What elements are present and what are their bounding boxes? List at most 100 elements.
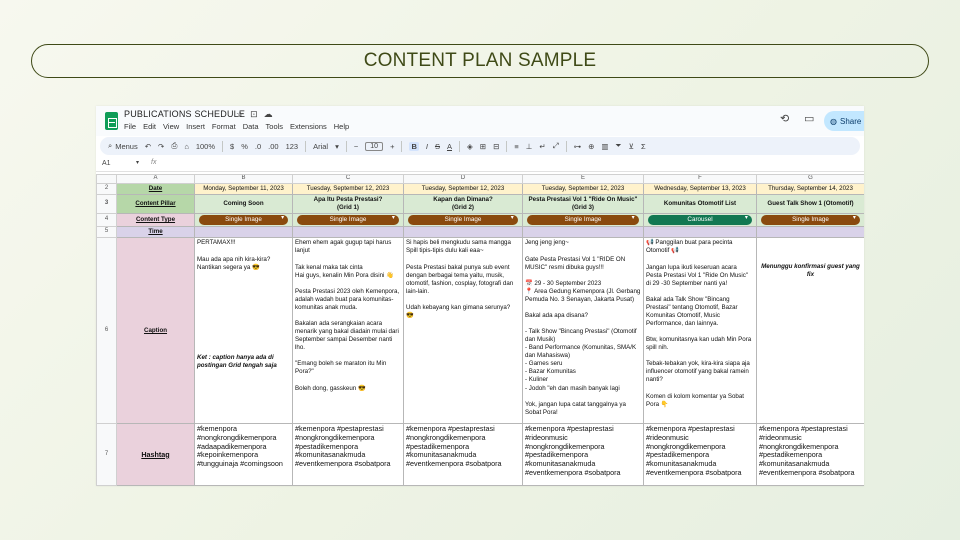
row-label-hashtag[interactable]: Hashtag <box>116 423 195 486</box>
column-header[interactable]: A <box>116 174 195 184</box>
chart-icon[interactable]: ▥ <box>601 142 608 151</box>
time-cell[interactable] <box>756 226 864 239</box>
hashtag-cell[interactable]: #kemenpora #pestaprestasi #nongkrongdike… <box>403 423 523 486</box>
hashtag-cell[interactable]: #kemenpora #pestaprestasi #nongkrongdike… <box>292 423 404 486</box>
content-type-dropdown[interactable]: Single Image <box>527 215 639 226</box>
row-number[interactable]: 5 <box>96 226 117 239</box>
column-header[interactable]: D <box>403 174 523 184</box>
font-select[interactable]: Arial <box>313 142 328 151</box>
percent-button[interactable]: % <box>241 142 248 151</box>
text-color-button[interactable]: A <box>447 142 452 151</box>
select-all-corner[interactable] <box>96 174 117 184</box>
font-size-increase[interactable]: + <box>390 142 394 151</box>
column-header[interactable]: G <box>756 174 864 184</box>
date-cell[interactable]: Tuesday, September 12, 2023 <box>403 182 523 196</box>
align-horizontal-icon[interactable]: ≡ <box>514 142 518 151</box>
menu-extensions[interactable]: Extensions <box>290 122 327 131</box>
content-type-dropdown[interactable]: Single Image <box>297 215 399 226</box>
insert-comment-icon[interactable]: ⊕ <box>588 142 594 151</box>
hashtag-cell[interactable]: #kemenpora #pestaprestasi #rideonmusic #… <box>522 423 644 486</box>
column-header[interactable]: C <box>292 174 404 184</box>
align-vertical-icon[interactable]: ⊥ <box>526 142 533 151</box>
menu-insert[interactable]: Insert <box>186 122 205 131</box>
menu-edit[interactable]: Edit <box>143 122 156 131</box>
menu-format[interactable]: Format <box>212 122 236 131</box>
increase-decimal-button[interactable]: .00 <box>268 142 278 151</box>
undo-icon[interactable]: ↶ <box>145 142 151 151</box>
row-number[interactable]: 7 <box>96 423 117 486</box>
date-cell[interactable]: Wednesday, September 13, 2023 <box>643 182 757 196</box>
content-type-dropdown[interactable]: Single Image <box>761 215 860 226</box>
pillar-cell[interactable]: Pesta Prestasi Vol 1 "Ride On Music" (Gr… <box>522 194 644 215</box>
filter-icon[interactable]: ⏷ <box>616 141 622 151</box>
menu-view[interactable]: View <box>163 122 179 131</box>
row-label-time[interactable]: Time <box>116 226 195 239</box>
menu-data[interactable]: Data <box>243 122 259 131</box>
pillar-cell[interactable]: Kapan dan Dimana? (Grid 2) <box>403 194 523 215</box>
chevron-down-icon[interactable]: ▾ <box>136 159 139 166</box>
star-icon[interactable]: ☆ <box>236 109 244 120</box>
content-type-dropdown[interactable]: Carousel <box>648 215 752 226</box>
time-cell[interactable] <box>403 226 523 239</box>
row-number[interactable]: 3 <box>96 194 117 215</box>
menu-tools[interactable]: Tools <box>266 122 284 131</box>
time-cell[interactable] <box>522 226 644 239</box>
functions-button[interactable]: Σ <box>641 142 646 151</box>
share-button[interactable]: ◍ Share <box>824 111 864 131</box>
strikethrough-button[interactable]: S <box>435 142 440 151</box>
caption-cell[interactable]: Ehem ehem agak gugup tapi harus lanjut T… <box>292 237 404 425</box>
column-header[interactable]: E <box>522 174 644 184</box>
text-wrap-icon[interactable]: ↵ <box>539 142 545 151</box>
comment-icon[interactable]: ▭ <box>804 112 814 125</box>
caption-cell[interactable]: Si hapis beli mengkudu sama mangga Spill… <box>403 237 523 425</box>
pillar-cell[interactable]: Apa Itu Pesta Prestasi? (Grid 1) <box>292 194 404 215</box>
folder-move-icon[interactable]: ⊡ <box>250 109 258 120</box>
date-cell[interactable]: Monday, September 11, 2023 <box>194 182 293 196</box>
time-cell[interactable] <box>292 226 404 239</box>
redo-icon[interactable]: ↷ <box>158 142 164 151</box>
document-title[interactable]: PUBLICATIONS SCHEDULE <box>124 109 245 119</box>
menu-file[interactable]: File <box>124 122 136 131</box>
row-label-content-type[interactable]: Content Type <box>116 213 195 228</box>
cloud-status-icon[interactable]: ☁ <box>264 109 273 120</box>
row-label-caption[interactable]: Caption <box>116 237 195 425</box>
date-cell[interactable]: Tuesday, September 12, 2023 <box>292 182 404 196</box>
caption-cell[interactable]: Menunggu konfirmasi guest yang fix <box>756 237 864 425</box>
link-icon[interactable]: ⊶ <box>574 142 582 151</box>
font-size-decrease[interactable]: − <box>354 142 358 151</box>
history-icon[interactable]: ⟲ <box>780 112 789 125</box>
font-size-input[interactable]: 10 <box>365 141 384 151</box>
currency-button[interactable]: $ <box>230 142 234 151</box>
hashtag-cell[interactable]: #kemenpora #nongkrongdikemenpora #adaapa… <box>194 423 293 486</box>
date-cell[interactable]: Tuesday, September 12, 2023 <box>522 182 644 196</box>
time-cell[interactable] <box>194 226 293 239</box>
paint-format-icon[interactable]: ⌂ <box>184 142 189 151</box>
column-header[interactable]: F <box>643 174 757 184</box>
merge-cells-icon[interactable]: ⊟ <box>493 142 499 151</box>
content-type-dropdown[interactable]: Single Image <box>408 215 518 226</box>
sheets-logo-icon[interactable] <box>105 112 118 130</box>
borders-icon[interactable]: ⊞ <box>480 142 486 151</box>
fill-color-icon[interactable]: ◈ <box>467 142 473 151</box>
pillar-cell[interactable]: Coming Soon <box>194 194 293 215</box>
pillar-cell[interactable]: Guest Talk Show 1 (Otomotif) <box>756 194 864 215</box>
row-number[interactable]: 4 <box>96 213 117 228</box>
time-cell[interactable] <box>643 226 757 239</box>
decrease-decimal-button[interactable]: .0 <box>255 142 261 151</box>
row-label-date[interactable]: Date <box>116 182 195 196</box>
menu-help[interactable]: Help <box>334 122 349 131</box>
italic-button[interactable]: I <box>426 142 428 151</box>
menus-search[interactable]: ⌕ Menus <box>108 141 138 151</box>
filter-views-icon[interactable]: ⊻ <box>629 142 635 151</box>
caption-cell[interactable]: 📢 Panggilan buat para pecinta Otomotif 📢… <box>643 237 757 425</box>
name-box[interactable]: A1 <box>102 160 111 167</box>
caption-cell[interactable]: Jeng jeng jeng~ Gate Pesta Prestasi Vol … <box>522 237 644 425</box>
row-number[interactable]: 6 <box>96 237 117 425</box>
row-label-content-pillar[interactable]: Content Pillar <box>116 194 195 215</box>
caption-cell[interactable]: PERTAMAX!!! Mau ada apa nih kira-kira? N… <box>194 237 293 425</box>
column-header[interactable]: B <box>194 174 293 184</box>
date-cell[interactable]: Thursday, September 14, 2023 <box>756 182 864 196</box>
content-type-dropdown[interactable]: Single Image <box>198 215 289 226</box>
row-number[interactable]: 2 <box>96 182 117 196</box>
print-icon[interactable]: ⎙ <box>171 141 177 151</box>
